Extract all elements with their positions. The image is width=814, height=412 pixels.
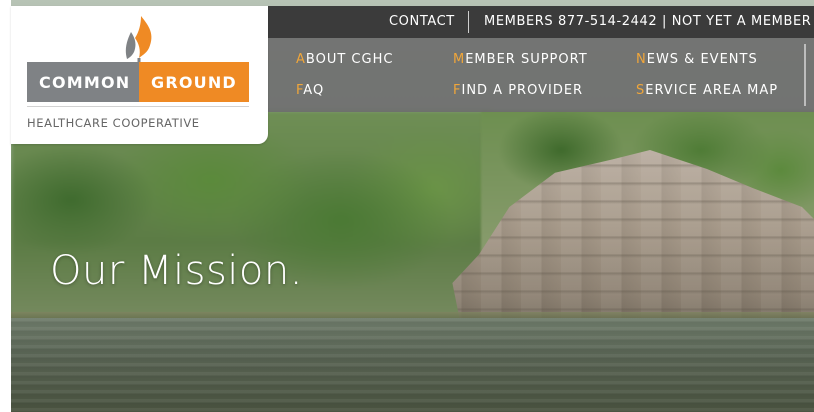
nav-news-initial: N bbox=[636, 52, 647, 67]
nav-faq-label: AQ bbox=[303, 83, 325, 98]
hero-headline: Our Mission. bbox=[50, 248, 303, 294]
nav-about-cghc[interactable]: ABOUT CGHC bbox=[296, 52, 393, 67]
river-water bbox=[11, 318, 814, 412]
nav-news-events[interactable]: NEWS & EVENTS bbox=[636, 52, 758, 67]
nav-service-area-initial: S bbox=[636, 83, 646, 98]
utility-divider bbox=[468, 11, 469, 33]
nav-member-support[interactable]: MEMBER SUPPORT bbox=[453, 52, 588, 67]
nav-member-support-initial: M bbox=[453, 52, 466, 67]
nav-faq[interactable]: FAQ bbox=[296, 83, 324, 98]
nav-find-a-provider[interactable]: FIND A PROVIDER bbox=[453, 83, 583, 98]
contact-link[interactable]: CONTACT bbox=[389, 14, 455, 29]
flame-icon bbox=[125, 16, 152, 68]
nav-divider bbox=[804, 44, 806, 106]
nav-find-provider-label: IND A PROVIDER bbox=[461, 83, 584, 98]
nav-service-area-label: ERVICE AREA MAP bbox=[645, 83, 779, 98]
members-links[interactable]: MEMBERS 877-514-2442 | NOT YET A MEMBER bbox=[484, 14, 811, 29]
logo-badge: COMMON GROUND bbox=[27, 62, 249, 102]
nav-about-initial: A bbox=[296, 52, 306, 67]
logo-link[interactable]: COMMON GROUND HEALTHCARE COOPERATIVE bbox=[11, 6, 268, 144]
logo-word-ground: GROUND bbox=[151, 73, 237, 92]
nav-member-support-label: EMBER SUPPORT bbox=[465, 52, 588, 67]
logo-word-common: COMMON bbox=[39, 73, 131, 92]
utility-bar: CONTACT MEMBERS 877-514-2442 | NOT YET A… bbox=[268, 6, 814, 38]
nav-service-area-map[interactable]: SERVICE AREA MAP bbox=[636, 83, 778, 98]
nav-about-label: BOUT CGHC bbox=[305, 52, 394, 67]
logo-subtitle: HEALTHCARE COOPERATIVE bbox=[27, 116, 200, 130]
main-nav: ABOUT CGHC MEMBER SUPPORT NEWS & EVENTS … bbox=[268, 38, 814, 112]
nav-news-label: EWS & EVENTS bbox=[646, 52, 758, 67]
logo-divider bbox=[27, 106, 249, 107]
